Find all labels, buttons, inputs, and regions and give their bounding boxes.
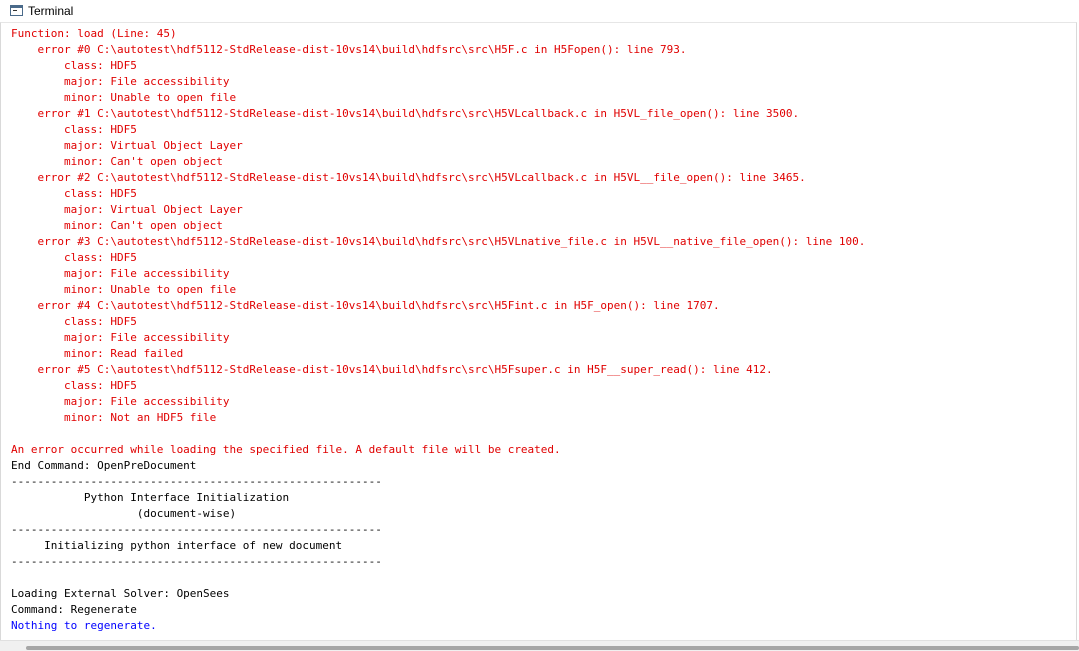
console-line: class: HDF5 [11,59,137,72]
console-line: An error occurred while loading the spec… [11,443,561,456]
console-line: Nothing to regenerate. [11,619,157,632]
console-line: Initializing python interface of new doc… [11,539,343,552]
console-line: class: HDF5 [11,315,137,328]
horizontal-scrollbar[interactable] [0,640,1079,651]
console-line: minor: Unable to open file [11,283,237,296]
console-line: major: File accessibility [11,331,230,344]
console-line: minor: Can't open object [11,219,223,232]
terminal-output[interactable]: Function: load (Line: 45) error #0 C:\au… [0,22,1077,640]
console-line: ----------------------------------------… [11,475,382,488]
console-line: Python Interface Initialization [11,491,290,504]
console-line: class: HDF5 [11,123,137,136]
console-line: Command: Regenerate [11,603,137,616]
console-line: error #4 C:\autotest\hdf5112-StdRelease-… [11,299,720,312]
console-line: ----------------------------------------… [11,555,382,568]
console-line: major: File accessibility [11,75,230,88]
console-line: (document-wise) [11,507,237,520]
console-line: error #0 C:\autotest\hdf5112-StdRelease-… [11,43,687,56]
console-line: minor: Read failed [11,347,184,360]
console-line: error #1 C:\autotest\hdf5112-StdRelease-… [11,107,800,120]
console-line: major: File accessibility [11,267,230,280]
console-lines: Function: load (Line: 45) error #0 C:\au… [11,26,865,634]
console-line: major: Virtual Object Layer [11,139,243,152]
window-titlebar: Terminal [0,0,1079,21]
console-line: major: File accessibility [11,395,230,408]
console-line: Loading External Solver: OpenSees [11,587,230,600]
horizontal-scrollbar-thumb[interactable] [26,646,1079,650]
terminal-icon [10,5,23,16]
console-line: class: HDF5 [11,251,137,264]
console-line: major: Virtual Object Layer [11,203,243,216]
console-line: class: HDF5 [11,187,137,200]
console-line: error #3 C:\autotest\hdf5112-StdRelease-… [11,235,866,248]
console-line: minor: Unable to open file [11,91,237,104]
console-line: minor: Not an HDF5 file [11,411,217,424]
console-line: minor: Can't open object [11,155,223,168]
console-line: error #2 C:\autotest\hdf5112-StdRelease-… [11,171,806,184]
console-line: error #5 C:\autotest\hdf5112-StdRelease-… [11,363,773,376]
console-line: End Command: OpenPreDocument [11,459,197,472]
window-title: Terminal [28,3,74,18]
console-line: class: HDF5 [11,379,137,392]
console-line: Function: load (Line: 45) [11,27,177,40]
console-line: ----------------------------------------… [11,523,382,536]
